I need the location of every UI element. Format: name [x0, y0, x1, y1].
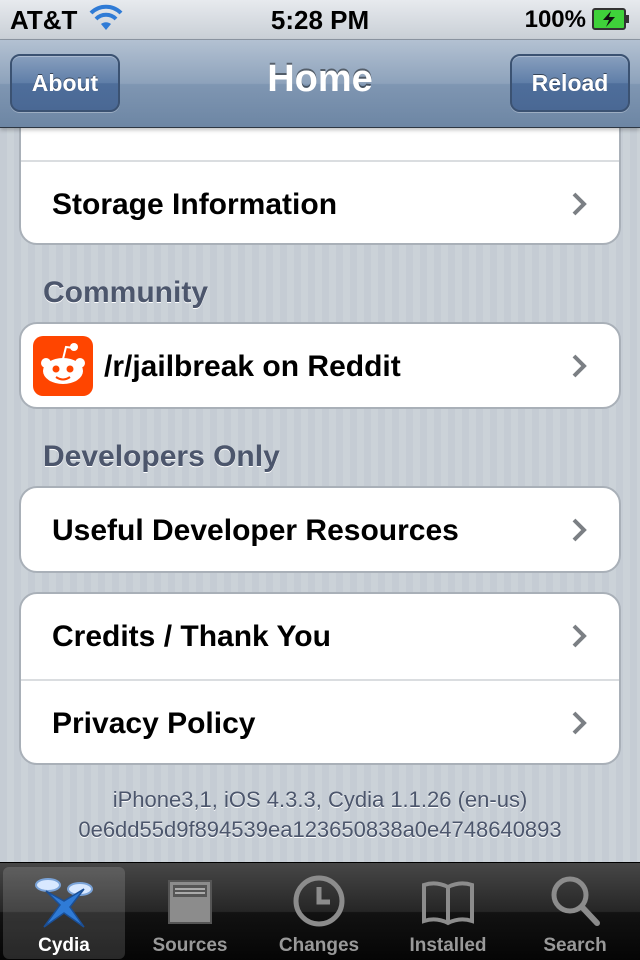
device-info-footer: iPhone3,1, iOS 4.3.3, Cydia 1.1.26 (en-u… — [0, 785, 640, 845]
reddit-icon — [33, 336, 93, 396]
tab-label: Cydia — [38, 935, 90, 956]
cydia-icon — [35, 878, 93, 928]
privacy-policy-row[interactable]: Privacy Policy — [21, 679, 619, 763]
tab-label: Installed — [409, 935, 487, 956]
row-label: Credits / Thank You — [52, 620, 331, 653]
magnifier-icon — [551, 876, 600, 926]
reload-button[interactable]: Reload — [510, 54, 630, 112]
row-label: Privacy Policy — [52, 707, 256, 740]
chevron-right-icon — [572, 711, 587, 735]
row-label: Useful Developer Resources — [52, 514, 459, 547]
chevron-right-icon — [572, 518, 587, 542]
storage-group: Storage Information — [19, 128, 621, 245]
developer-resources-row[interactable]: Useful Developer Resources — [21, 488, 619, 571]
device-info-line: iPhone3,1, iOS 4.3.3, Cydia 1.1.26 (en-u… — [112, 787, 528, 812]
battery-charging-icon — [592, 8, 629, 30]
section-header-community: Community — [43, 276, 208, 309]
navigation-bar: About Home Reload — [0, 40, 640, 128]
section-header-developers: Developers Only — [43, 440, 280, 473]
row-label: /r/jailbreak on Reddit — [104, 350, 401, 383]
sources-box-icon — [168, 880, 212, 924]
community-group: /r/jailbreak on Reddit — [19, 322, 621, 409]
developers-group: Useful Developer Resources — [19, 486, 621, 573]
tab-changes[interactable]: Changes — [258, 867, 380, 959]
storage-information-row[interactable]: Storage Information — [21, 160, 619, 243]
row-label: Storage Information — [52, 188, 338, 221]
tab-label: Changes — [278, 935, 360, 956]
chevron-right-icon — [572, 354, 587, 378]
tab-installed[interactable]: Installed — [387, 867, 509, 959]
clipped-row[interactable] — [21, 128, 619, 160]
tab-bar: Cydia Sources Changes Installed Search — [0, 862, 640, 960]
battery-percentage: 100% — [524, 6, 586, 33]
tab-label: Sources — [152, 935, 228, 956]
credits-group: Credits / Thank You Privacy Policy — [19, 592, 621, 765]
chevron-right-icon — [572, 624, 587, 648]
reddit-row[interactable]: /r/jailbreak on Reddit — [21, 324, 619, 407]
content-scroll-area[interactable]: Storage Information Community /r/jailbre… — [0, 128, 640, 862]
device-udid: 0e6dd55d9f894539ea123650838a0e4748640893 — [78, 817, 562, 842]
tab-cydia[interactable]: Cydia — [3, 867, 125, 959]
chevron-right-icon — [572, 192, 587, 216]
tab-sources[interactable]: Sources — [129, 867, 251, 959]
credits-row[interactable]: Credits / Thank You — [21, 594, 619, 679]
status-bar: AT&T 5:28 PM 100% — [0, 0, 640, 40]
tab-search[interactable]: Search — [514, 867, 636, 959]
tab-label: Search — [543, 935, 607, 956]
clock-icon — [293, 875, 345, 927]
book-icon — [422, 881, 474, 926]
